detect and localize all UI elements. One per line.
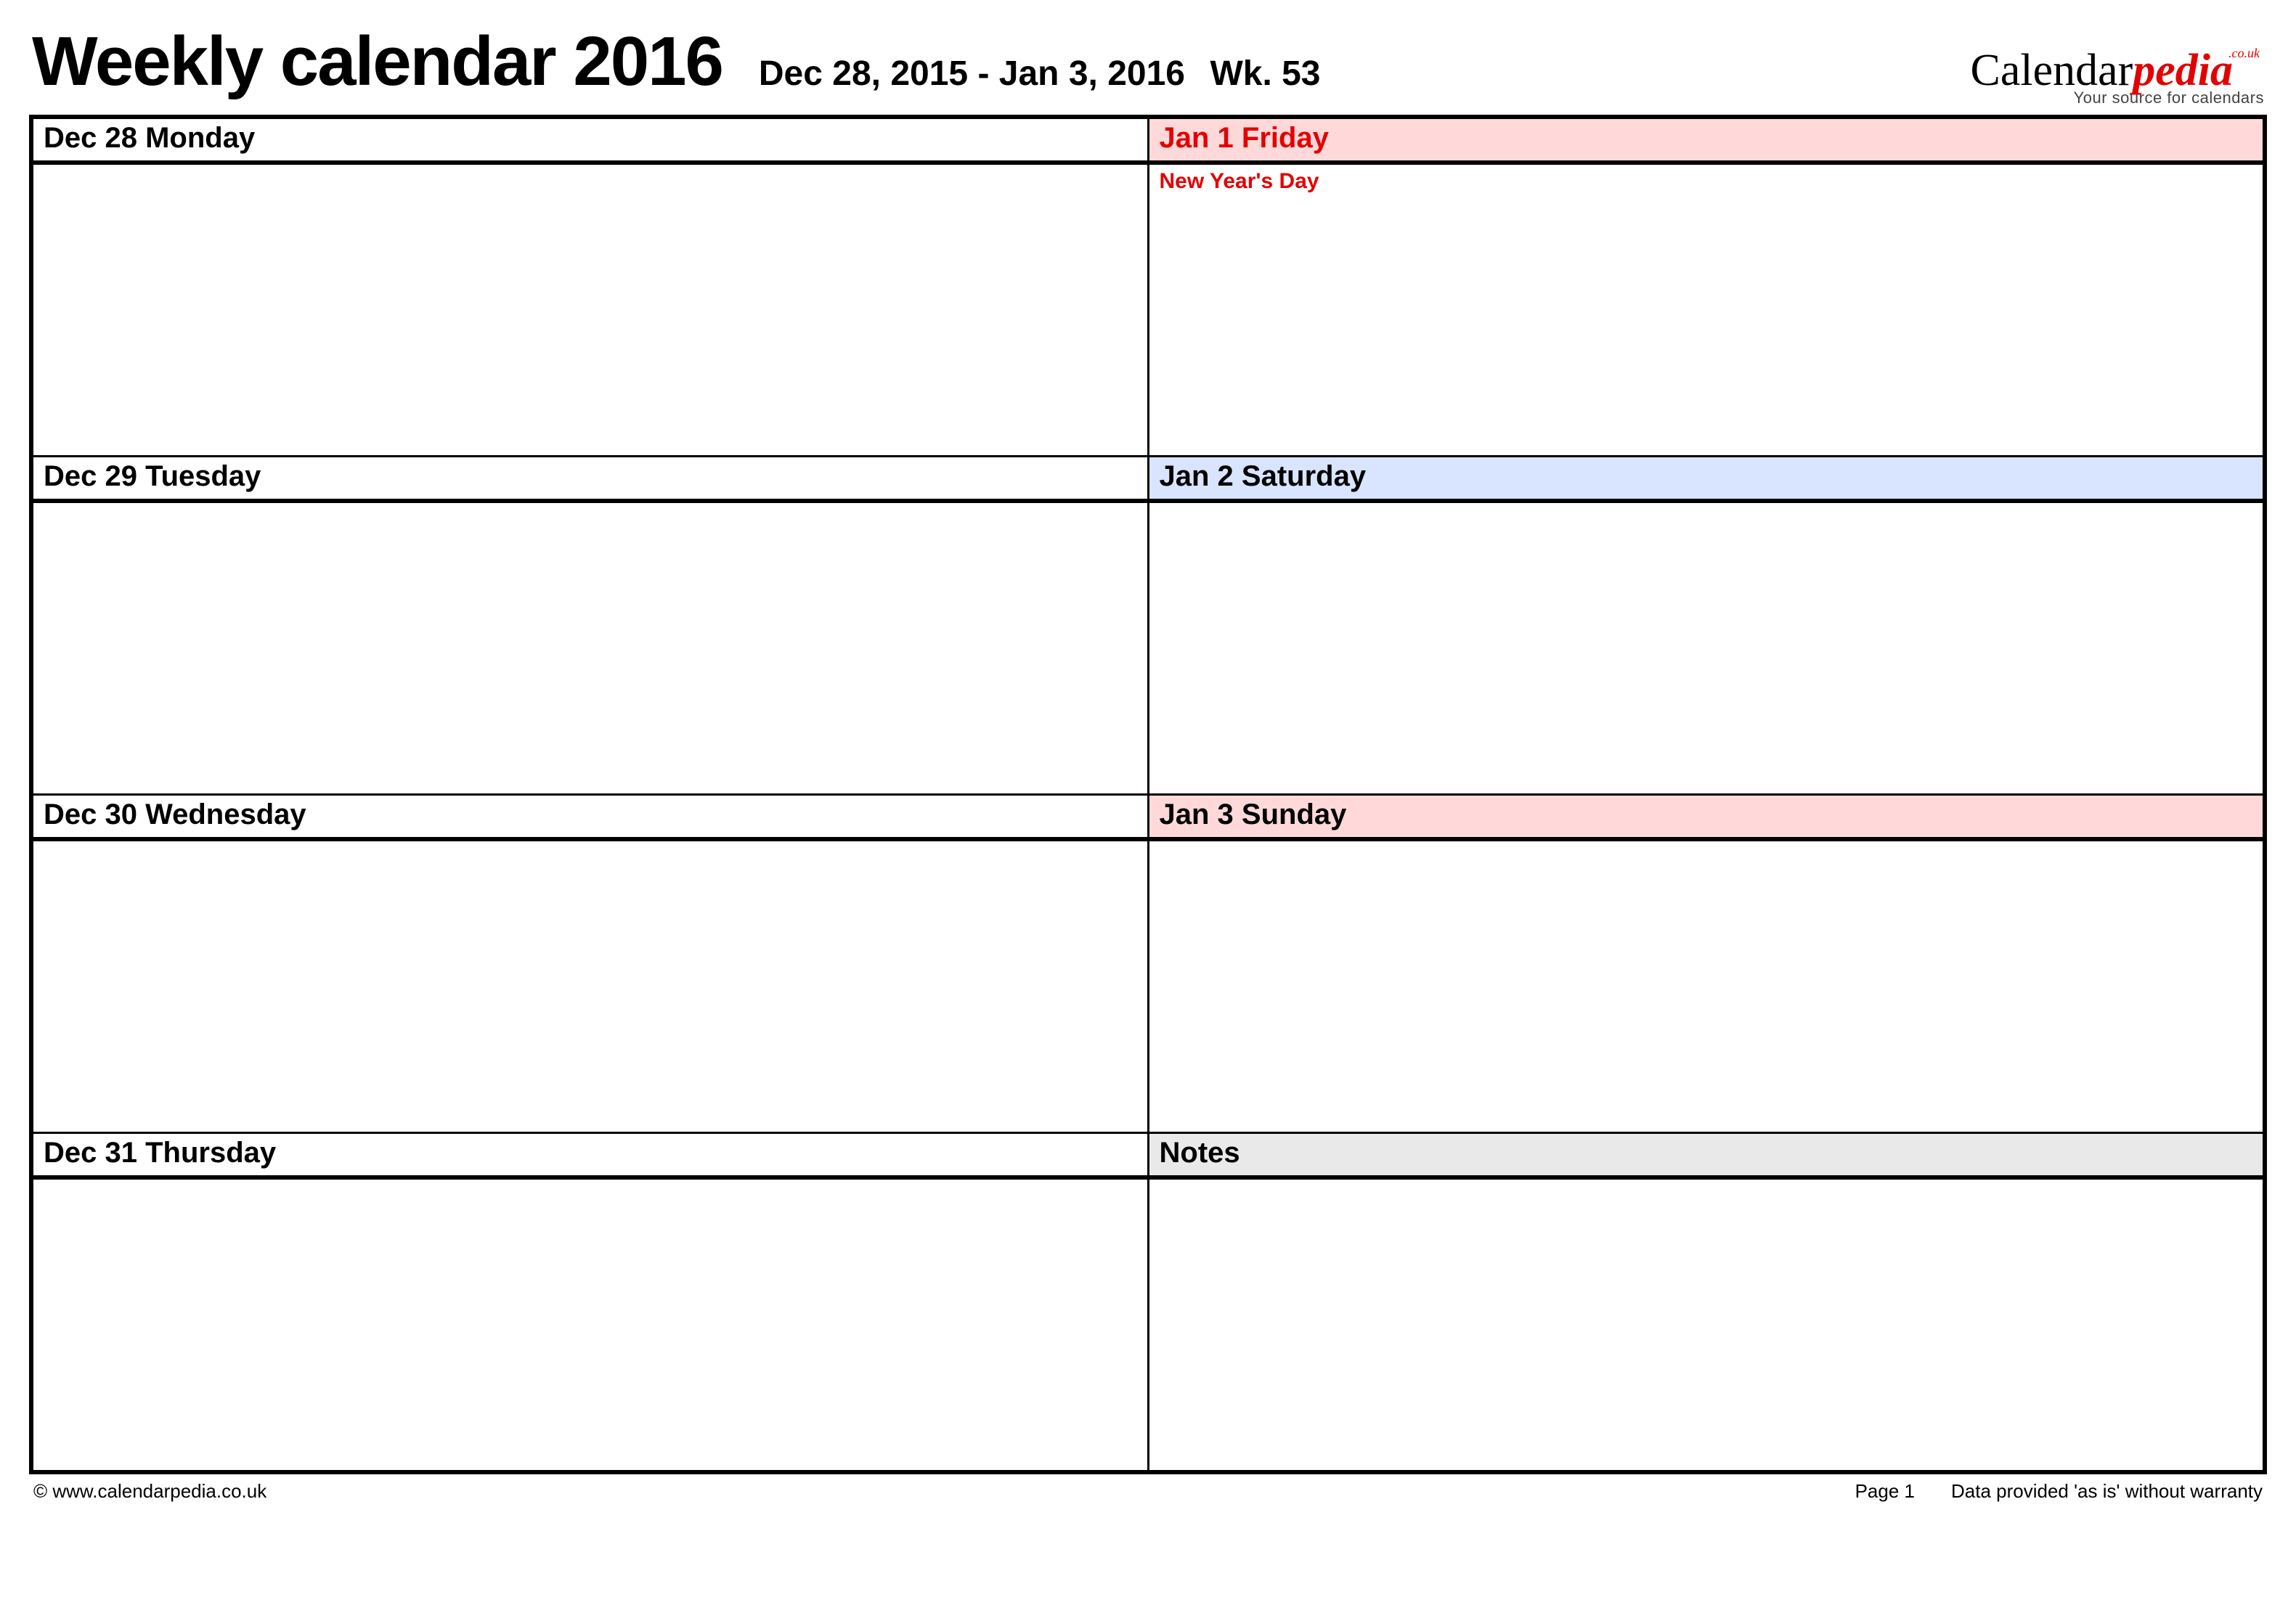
header-meta: Dec 28, 2015 - Jan 3, 2016 Wk. 53: [759, 54, 1321, 94]
day-header-sat: Jan 2 Saturday: [1149, 457, 2263, 501]
footer-right: Page 1 Data provided 'as is' without war…: [1855, 1480, 2263, 1503]
day-header-tue: Dec 29 Tuesday: [33, 457, 1147, 501]
week-number: Wk. 53: [1210, 54, 1320, 93]
day-header-fri: Jan 1 Friday: [1149, 119, 2263, 163]
logo: Calendarpedia.co.uk Your source for cale…: [1970, 44, 2264, 106]
date-range: Dec 28, 2015 - Jan 3, 2016: [759, 54, 1185, 93]
logo-part1: Calendar: [1970, 46, 2133, 95]
page-title: Weekly calendar 2016: [32, 22, 722, 102]
day-body-fri[interactable]: New Year's Day: [1149, 165, 2263, 455]
day-body-tue[interactable]: [33, 503, 1147, 793]
header: Weekly calendar 2016 Dec 28, 2015 - Jan …: [29, 22, 2267, 106]
day-header-wed: Dec 30 Wednesday: [33, 796, 1147, 839]
header-left: Weekly calendar 2016 Dec 28, 2015 - Jan …: [32, 22, 1321, 102]
footer-page: Page 1: [1855, 1480, 1915, 1503]
day-header-sun: Jan 3 Sunday: [1149, 796, 2263, 839]
event-text: New Year's Day: [1160, 169, 1319, 193]
footer-copyright: © www.calendarpedia.co.uk: [33, 1480, 266, 1503]
day-body-sat[interactable]: [1149, 503, 2263, 793]
calendar-grid: Dec 28 Monday Jan 1 Friday New Year's Da…: [29, 115, 2267, 1474]
day-header-mon: Dec 28 Monday: [33, 119, 1147, 163]
notes-body[interactable]: [1149, 1180, 2263, 1470]
logo-part2: pedia: [2133, 46, 2233, 95]
day-body-mon[interactable]: [33, 165, 1147, 455]
day-header-thu: Dec 31 Thursday: [33, 1134, 1147, 1177]
logo-text: Calendarpedia.co.uk: [1970, 48, 2264, 93]
footer: © www.calendarpedia.co.uk Page 1 Data pr…: [29, 1474, 2267, 1503]
day-body-thu[interactable]: [33, 1180, 1147, 1470]
day-body-sun[interactable]: [1149, 841, 2263, 1132]
footer-warranty: Data provided 'as is' without warranty: [1951, 1480, 2263, 1503]
day-body-wed[interactable]: [33, 841, 1147, 1132]
logo-tld: .co.uk: [2228, 46, 2260, 60]
notes-header: Notes: [1149, 1134, 2263, 1177]
